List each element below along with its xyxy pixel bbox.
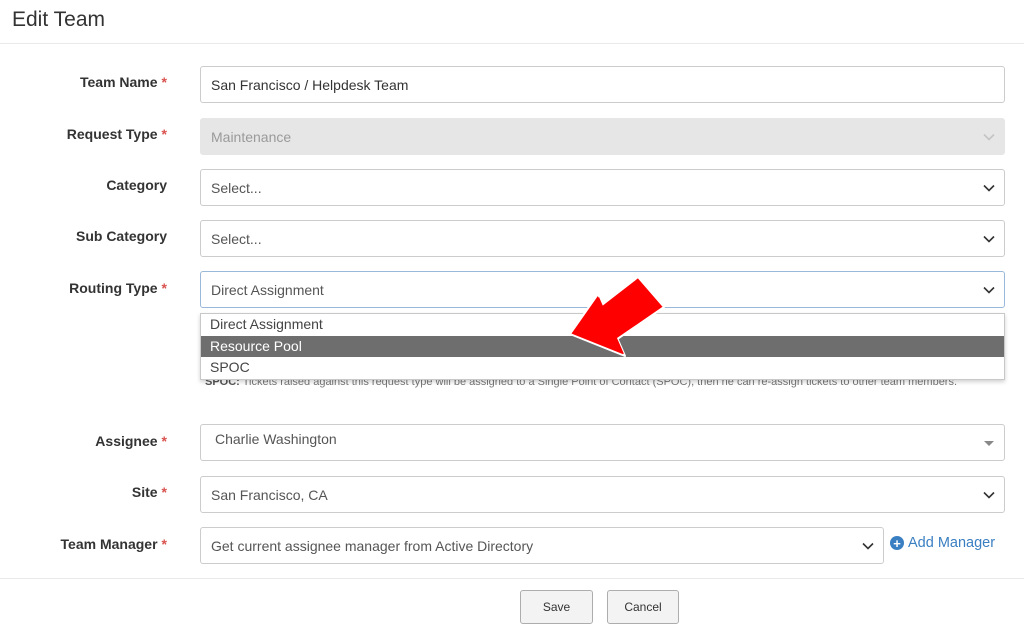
caret-down-icon [984,441,994,446]
sub-category-value: Select... [211,230,262,247]
team-manager-value: Get current assignee manager from Active… [211,537,534,554]
routing-type-label: Routing Type * [69,280,167,296]
assignee-label: Assignee * [95,433,167,449]
save-button[interactable]: Save [520,590,593,624]
team-name-label-text: Team Name [79,74,158,90]
chevron-down-icon [974,119,1004,154]
sub-category-select[interactable]: Select... [200,220,1005,257]
category-label: Category [106,177,167,193]
request-type-label-text: Request Type [66,126,158,142]
team-name-value: San Francisco / Helpdesk Team [211,76,409,93]
required-mark: * [161,433,167,449]
team-name-input[interactable]: San Francisco / Helpdesk Team [200,66,1005,103]
site-label: Site * [132,484,167,500]
chevron-down-icon [974,170,1004,205]
team-manager-select[interactable]: Get current assignee manager from Active… [200,527,884,564]
category-value: Select... [211,179,262,196]
sub-category-label: Sub Category [75,228,167,244]
page-title: Edit Team [12,8,105,31]
assignee-select[interactable]: Charlie Washington [200,424,1005,461]
team-name-label: Team Name * [80,74,167,90]
required-mark: * [161,126,167,142]
team-manager-label: Team Manager * [61,536,167,552]
assignee-label-text: Assignee [95,433,158,449]
required-mark: * [161,280,167,296]
routing-type-label-text: Routing Type [69,280,158,296]
required-mark: * [161,484,167,500]
category-select[interactable]: Select... [200,169,1005,206]
add-manager-link[interactable]: + Add Manager [890,535,995,551]
assignee-value: Charlie Washington [215,431,337,447]
chevron-down-icon [974,221,1004,256]
chevron-down-icon [974,272,1004,307]
required-mark: * [161,536,167,552]
site-value: San Francisco, CA [211,486,328,503]
request-type-label: Request Type * [67,126,167,142]
request-type-select: Maintenance [200,118,1005,155]
red-arrow-icon [569,276,665,357]
plus-circle-icon: + [890,536,904,550]
page-header: Edit Team [0,0,1024,44]
chevron-down-icon [974,477,1004,512]
request-type-value: Maintenance [211,128,292,145]
add-manager-label: Add Manager [908,535,996,551]
required-mark: * [161,74,167,90]
site-label-text: Site [131,484,158,500]
chevron-down-icon [853,528,883,563]
team-manager-label-text: Team Manager [60,536,158,552]
cancel-button[interactable]: Cancel [607,590,679,624]
site-select[interactable]: San Francisco, CA [200,476,1005,513]
footer-divider [0,578,1024,579]
